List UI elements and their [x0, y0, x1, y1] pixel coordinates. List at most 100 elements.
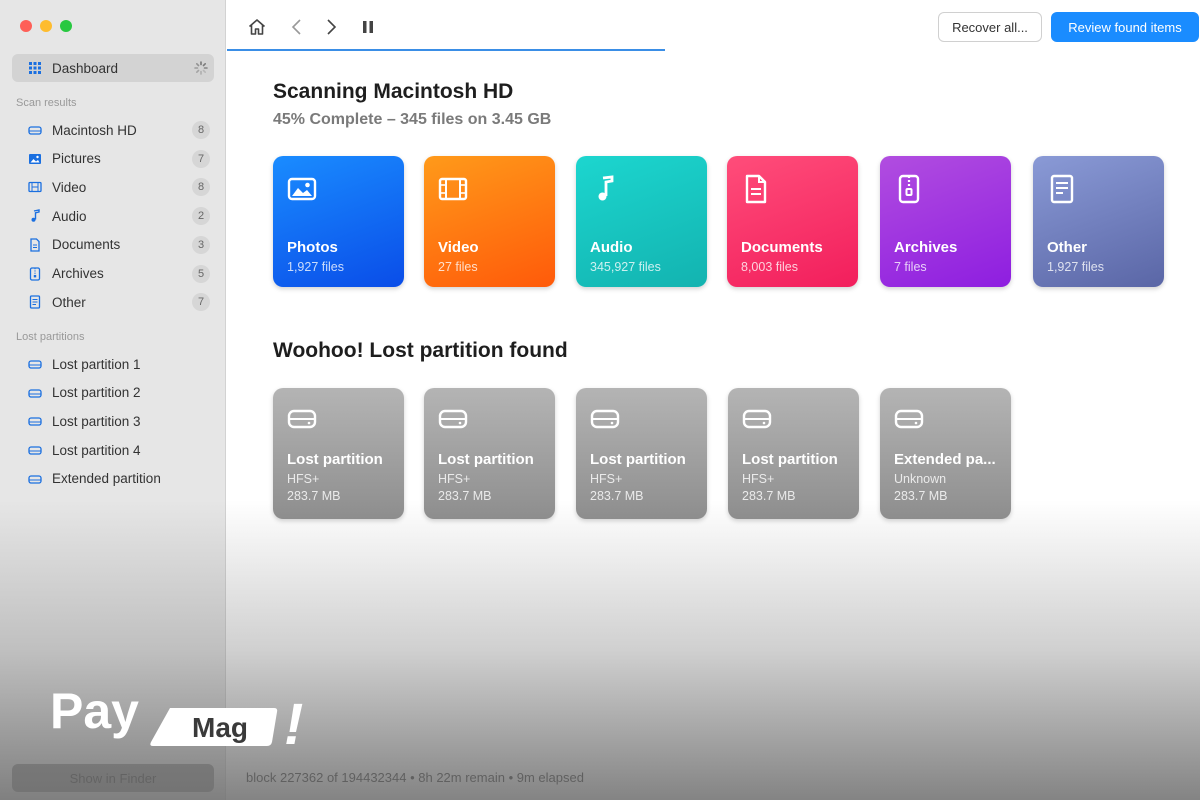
sidebar-item-partition-3[interactable]: Lost partition 3	[12, 407, 214, 435]
sidebar-item-pictures[interactable]: Pictures 7	[12, 145, 214, 173]
zoom-window-button[interactable]	[60, 20, 72, 32]
minimize-window-button[interactable]	[40, 20, 52, 32]
category-title: Other	[1047, 239, 1088, 256]
review-found-items-button[interactable]: Review found items	[1051, 12, 1199, 42]
category-title: Photos	[287, 239, 338, 256]
partition-card[interactable]: Extended pa... Unknown 283.7 MB	[880, 388, 1011, 519]
close-window-button[interactable]	[20, 20, 32, 32]
partition-size: 283.7 MB	[742, 489, 796, 503]
sidebar-item-label: Lost partition 4	[52, 442, 141, 458]
forward-chevron-icon[interactable]	[320, 16, 342, 38]
drive-icon	[28, 414, 42, 428]
category-file-count: 8,003 files	[741, 260, 798, 274]
sidebar-item-label: Lost partition 2	[52, 385, 141, 401]
sidebar-item-label: Other	[52, 294, 86, 310]
partition-card[interactable]: Lost partition HFS+ 283.7 MB	[576, 388, 707, 519]
main-content: Recover all... Review found items Scanni…	[227, 0, 1200, 800]
category-card-photos[interactable]: Photos 1,927 files	[273, 156, 404, 287]
category-card-other[interactable]: Other 1,927 files	[1033, 156, 1164, 287]
scan-results-heading: Scan results	[16, 97, 77, 109]
sidebar-item-partition-5[interactable]: Extended partition	[12, 465, 214, 493]
paymag-logo: Pay Mag !	[50, 680, 320, 760]
sidebar-item-label: Archives	[52, 266, 104, 281]
recover-all-button[interactable]: Recover all...	[938, 12, 1042, 42]
drive-icon	[28, 123, 42, 137]
partition-card[interactable]: Lost partition HFS+ 283.7 MB	[424, 388, 555, 519]
archive-icon	[894, 174, 924, 204]
sidebar-item-label: Extended partition	[52, 471, 161, 487]
partition-name: Extended pa...	[894, 451, 996, 468]
category-card-audio[interactable]: Audio 345,927 files	[576, 156, 707, 287]
category-card-archives[interactable]: Archives 7 files	[880, 156, 1011, 287]
sidebar-item-macintosh-hd[interactable]: Macintosh HD 8	[12, 116, 214, 144]
sidebar-item-dashboard[interactable]: Dashboard	[12, 54, 214, 82]
sidebar-item-documents[interactable]: Documents 3	[12, 231, 214, 259]
partition-filesystem: HFS+	[438, 472, 471, 486]
archive-icon	[28, 266, 42, 281]
document-icon	[741, 174, 771, 204]
drive-icon	[28, 386, 42, 400]
sidebar-item-label: Lost partition 1	[52, 356, 141, 372]
sidebar-item-label: Dashboard	[52, 60, 119, 76]
sidebar-item-label: Pictures	[52, 151, 101, 167]
partition-name: Lost partition	[438, 451, 534, 468]
lost-partition-heading: Woohoo! Lost partition found	[273, 339, 568, 362]
count-badge: 2	[192, 207, 210, 226]
category-file-count: 1,927 files	[287, 260, 344, 274]
music-note-icon	[28, 209, 42, 223]
category-file-count: 1,927 files	[1047, 260, 1104, 274]
count-badge: 3	[192, 235, 210, 254]
sidebar-item-video[interactable]: Video 8	[12, 173, 214, 201]
drive-icon	[438, 406, 468, 432]
film-icon	[28, 180, 42, 194]
scan-progress-fill	[227, 49, 665, 51]
document-icon	[28, 238, 42, 252]
show-in-finder-button[interactable]: Show in Finder	[12, 764, 214, 792]
drive-icon	[894, 406, 924, 432]
file-icon	[1047, 174, 1077, 204]
partition-filesystem: HFS+	[590, 472, 623, 486]
sidebar-item-partition-4[interactable]: Lost partition 4	[12, 436, 214, 464]
category-title: Archives	[894, 239, 958, 256]
count-badge: 8	[192, 121, 210, 139]
back-chevron-icon[interactable]	[286, 16, 308, 38]
category-file-count: 345,927 files	[590, 260, 661, 274]
home-icon[interactable]	[246, 16, 268, 38]
count-badge: 7	[192, 293, 210, 312]
sidebar-item-partition-1[interactable]: Lost partition 1	[12, 350, 214, 378]
svg-text:Mag: Mag	[192, 712, 248, 743]
sidebar-item-archives[interactable]: Archives 5	[12, 260, 214, 288]
category-file-count: 27 files	[438, 260, 478, 274]
partition-size: 283.7 MB	[287, 489, 341, 503]
partition-size: 283.7 MB	[894, 489, 948, 503]
partition-card[interactable]: Lost partition HFS+ 283.7 MB	[273, 388, 404, 519]
sidebar-item-partition-2[interactable]: Lost partition 2	[12, 379, 214, 407]
drive-icon	[28, 472, 42, 486]
drive-icon	[590, 406, 620, 432]
page-title: Scanning Macintosh HD	[273, 80, 514, 103]
category-card-documents[interactable]: Documents 8,003 files	[727, 156, 858, 287]
sidebar-item-label: Macintosh HD	[52, 122, 137, 138]
picture-icon	[28, 152, 42, 166]
loading-spinner-icon	[194, 61, 208, 75]
partition-filesystem: HFS+	[287, 472, 320, 486]
pause-icon[interactable]	[357, 16, 379, 38]
sidebar-item-other[interactable]: Other 7	[12, 288, 214, 316]
film-icon	[438, 174, 468, 204]
window-controls	[20, 20, 72, 32]
drive-icon	[28, 357, 42, 371]
category-card-video[interactable]: Video 27 files	[424, 156, 555, 287]
svg-text:!: !	[284, 692, 303, 757]
sidebar-item-audio[interactable]: Audio 2	[12, 202, 214, 230]
scan-progress-text: 45% Complete – 345 files on 3.45 GB	[273, 111, 552, 128]
drive-icon	[742, 406, 772, 432]
partition-name: Lost partition	[287, 451, 383, 468]
partition-card[interactable]: Lost partition HFS+ 283.7 MB	[728, 388, 859, 519]
svg-text:Pay: Pay	[50, 683, 139, 739]
grid-icon	[28, 61, 42, 75]
partition-filesystem: Unknown	[894, 472, 947, 486]
drive-icon	[287, 406, 317, 432]
partition-filesystem: HFS+	[742, 472, 775, 486]
category-file-count: 7 files	[894, 260, 927, 274]
count-badge: 5	[192, 264, 210, 283]
